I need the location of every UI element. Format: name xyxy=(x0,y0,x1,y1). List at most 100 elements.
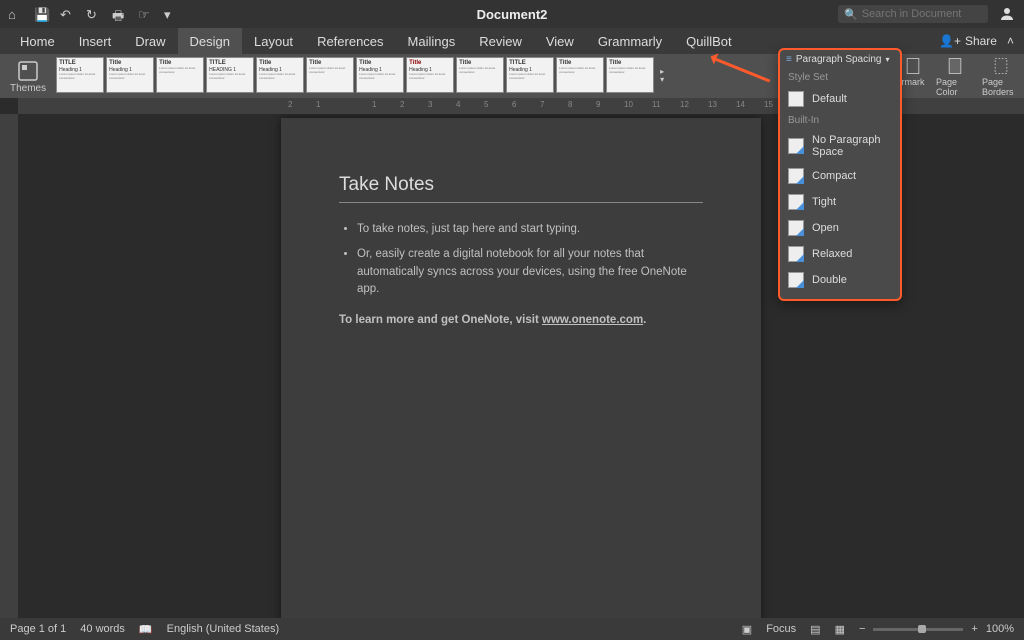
style-thumb[interactable]: TITLEHeading 1Lorem ipsum dolor sit amet… xyxy=(56,57,104,93)
share-button[interactable]: 👤+ Share ˄ xyxy=(929,34,1024,48)
gallery-scroll[interactable]: ▸ ▾ xyxy=(660,68,664,84)
zoom-controls: − + 100% xyxy=(859,623,1014,635)
spacing-label: No Paragraph Space xyxy=(812,134,892,158)
zoom-level[interactable]: 100% xyxy=(986,623,1014,635)
qat-more-icon[interactable]: ▾ xyxy=(164,7,178,21)
search-input[interactable] xyxy=(862,8,982,20)
spacing-label: Double xyxy=(812,274,847,286)
tab-home[interactable]: Home xyxy=(8,28,67,54)
page-borders-button[interactable]: Page Borders xyxy=(982,56,1020,97)
spacing-relaxed[interactable]: Relaxed xyxy=(780,241,900,267)
page-borders-label: Page Borders xyxy=(982,77,1020,97)
spellcheck-icon[interactable]: 📖 xyxy=(139,623,153,636)
tab-insert[interactable]: Insert xyxy=(67,28,124,54)
spacing-label: Compact xyxy=(812,170,856,182)
page-borders-icon xyxy=(991,56,1011,76)
style-thumb[interactable]: TitleHeading 1Lorem ipsum dolor sit amet… xyxy=(106,57,154,93)
search-icon: 🔍 xyxy=(844,8,858,21)
tab-layout[interactable]: Layout xyxy=(242,28,305,54)
chevron-up-icon[interactable]: ˄ xyxy=(1007,34,1014,48)
learn-prefix: To learn more and get OneNote, visit xyxy=(339,314,542,326)
tab-mailings[interactable]: Mailings xyxy=(396,28,468,54)
heading-rule xyxy=(339,202,703,203)
view-web-icon[interactable]: ▦ xyxy=(835,623,845,636)
quick-access-toolbar: ⌂ 💾 ↶ ↻ 🖶 ☞ ▾ xyxy=(8,7,178,21)
style-thumb[interactable]: TitleHeading 1Lorem ipsum dolor sit amet… xyxy=(356,57,404,93)
user-icon[interactable] xyxy=(998,5,1016,23)
zoom-out-icon[interactable]: − xyxy=(859,623,865,635)
tab-review[interactable]: Review xyxy=(467,28,534,54)
swatch-icon xyxy=(788,220,804,236)
style-thumb[interactable]: TitleHeading 1Lorem ipsum dolor sit amet… xyxy=(256,57,304,93)
focus-icon[interactable]: ▣ xyxy=(742,623,752,636)
page-color-icon xyxy=(945,56,965,76)
chevron-down-icon[interactable]: ▾ xyxy=(660,76,664,84)
zoom-slider[interactable] xyxy=(873,628,963,631)
tab-draw[interactable]: Draw xyxy=(123,28,177,54)
watermark-button[interactable]: rmark xyxy=(898,56,928,87)
watermark-label: rmark xyxy=(902,77,925,87)
chevron-down-icon: ▾ xyxy=(885,55,889,64)
popup-header[interactable]: ≡ Paragraph Spacing ▾ xyxy=(780,50,900,69)
popup-title: Paragraph Spacing xyxy=(796,54,882,65)
list-item[interactable]: Or, easily create a digital notebook for… xyxy=(357,246,703,298)
style-gallery: TITLEHeading 1Lorem ipsum dolor sit amet… xyxy=(56,57,654,95)
search-box[interactable]: 🔍 xyxy=(838,5,988,23)
paragraph-spacing-popup: ≡ Paragraph Spacing ▾ Style Set Default … xyxy=(778,48,902,301)
paragraph-spacing-icon: ≡ xyxy=(786,54,792,65)
spacing-tight[interactable]: Tight xyxy=(780,189,900,215)
page-color-label: Page Color xyxy=(936,77,974,97)
spacing-compact[interactable]: Compact xyxy=(780,163,900,189)
style-thumb[interactable]: TitleHeading 1Lorem ipsum dolor sit amet… xyxy=(406,57,454,93)
spacing-no-paragraph-space[interactable]: No Paragraph Space xyxy=(780,129,900,163)
touch-icon[interactable]: ☞ xyxy=(138,7,152,21)
popup-section-builtin: Built-In xyxy=(780,112,900,129)
spacing-label: Relaxed xyxy=(812,248,852,260)
zoom-in-icon[interactable]: + xyxy=(971,623,977,635)
home-icon[interactable]: ⌂ xyxy=(8,7,22,21)
style-thumb[interactable]: TITLEHeading 1Lorem ipsum dolor sit amet… xyxy=(506,57,554,93)
tab-references[interactable]: References xyxy=(305,28,395,54)
swatch-icon xyxy=(788,91,804,107)
style-thumb[interactable]: TitleLorem ipsum dolor sit amet consecte… xyxy=(306,57,354,93)
spacing-open[interactable]: Open xyxy=(780,215,900,241)
view-print-icon[interactable]: ▤ xyxy=(810,623,820,636)
status-page[interactable]: Page 1 of 1 xyxy=(10,623,66,635)
spacing-double[interactable]: Double xyxy=(780,267,900,293)
statusbar: Page 1 of 1 40 words 📖 English (United S… xyxy=(0,618,1024,640)
learn-more-line[interactable]: To learn more and get OneNote, visit www… xyxy=(339,314,703,326)
page-heading[interactable]: Take Notes xyxy=(339,174,703,196)
print-icon[interactable]: 🖶 xyxy=(112,7,126,21)
document-title: Document2 xyxy=(477,7,548,22)
style-thumb[interactable]: TitleLorem ipsum dolor sit amet consecte… xyxy=(456,57,504,93)
themes-label: Themes xyxy=(10,83,46,94)
bullet-list[interactable]: To take notes, just tap here and start t… xyxy=(339,221,703,298)
redo-icon[interactable]: ↻ xyxy=(86,7,100,21)
status-words[interactable]: 40 words xyxy=(80,623,125,635)
spacing-label: Default xyxy=(812,93,847,105)
swatch-icon xyxy=(788,194,804,210)
swatch-icon xyxy=(788,138,804,154)
tab-design[interactable]: Design xyxy=(178,28,242,54)
onenote-link[interactable]: www.onenote.com xyxy=(542,314,643,326)
themes-button[interactable]: Themes xyxy=(4,59,52,94)
style-thumb[interactable]: TitleLorem ipsum dolor sit amet consecte… xyxy=(556,57,604,93)
undo-icon[interactable]: ↶ xyxy=(60,7,74,21)
share-icon: 👤+ xyxy=(939,34,961,48)
style-thumb[interactable]: TitleLorem ipsum dolor sit amet consecte… xyxy=(606,57,654,93)
save-icon[interactable]: 💾 xyxy=(34,7,48,21)
swatch-icon xyxy=(788,272,804,288)
style-thumb[interactable]: TitleLorem ipsum dolor sit amet consecte… xyxy=(156,57,204,93)
status-focus[interactable]: Focus xyxy=(766,623,796,635)
themes-icon xyxy=(16,59,40,83)
swatch-icon xyxy=(788,246,804,262)
tab-view[interactable]: View xyxy=(534,28,586,54)
status-language[interactable]: English (United States) xyxy=(167,623,280,635)
spacing-default[interactable]: Default xyxy=(780,86,900,112)
style-thumb[interactable]: TITLEHEADING 1Lorem ipsum dolor sit amet… xyxy=(206,57,254,93)
document-page[interactable]: Take Notes To take notes, just tap here … xyxy=(281,118,761,618)
vertical-ruler[interactable] xyxy=(0,114,18,618)
list-item[interactable]: To take notes, just tap here and start t… xyxy=(357,221,703,238)
tab-grammarly[interactable]: Grammarly xyxy=(586,28,674,54)
page-color-button[interactable]: Page Color xyxy=(936,56,974,97)
